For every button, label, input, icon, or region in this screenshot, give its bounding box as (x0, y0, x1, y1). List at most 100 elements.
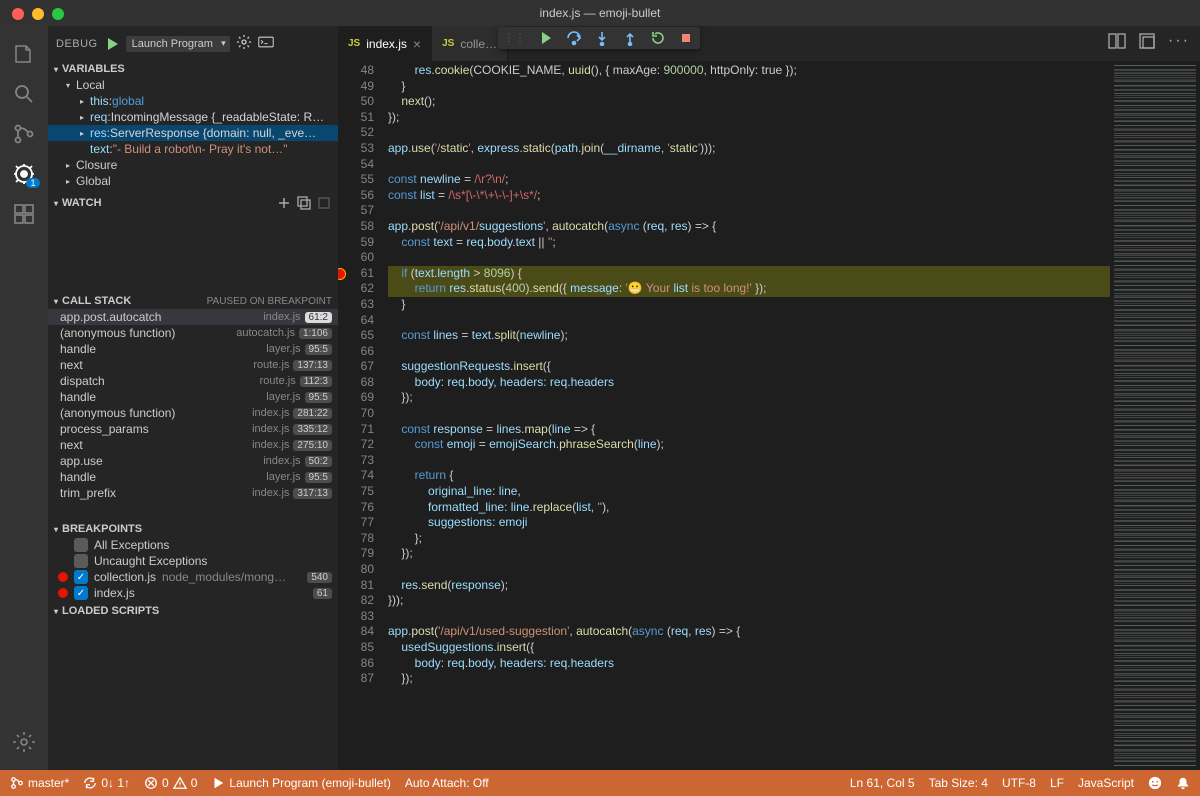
step-over-button[interactable] (566, 30, 582, 46)
callstack-label: CALL STACK (62, 295, 131, 307)
scope-global[interactable]: Global (48, 173, 338, 189)
editor-area: JSindex.js×JScolle… ⋮⋮ ··· 4849505152535… (338, 26, 1200, 770)
js-file-icon: JS (442, 38, 454, 49)
split-editor-icon[interactable] (1108, 32, 1126, 53)
callstack-frame[interactable]: process_paramsindex.js335:12 (48, 421, 338, 437)
minimap[interactable] (1110, 61, 1200, 770)
git-branch[interactable]: master* (10, 776, 69, 790)
debug-header: DEBUG Launch Program (48, 26, 338, 61)
breakpoint-dot-icon (58, 588, 68, 598)
breakpoint-row[interactable]: ✓collection.jsnode_modules/mong…540 (48, 569, 338, 585)
variable-row[interactable]: res: ServerResponse {domain: null, _eve… (48, 125, 338, 141)
callstack-frame[interactable]: dispatchroute.js112:3 (48, 373, 338, 389)
callstack-frame[interactable]: nextroute.js137:13 (48, 357, 338, 373)
code-editor[interactable]: 4849505152535455565758596061626364656667… (338, 61, 1200, 770)
variables-section-header[interactable]: VARIABLES (48, 61, 338, 77)
callstack-frame[interactable]: app.post.autocatchindex.js61:2 (48, 309, 338, 325)
callstack-frame[interactable]: handlelayer.js95:5 (48, 389, 338, 405)
watch-panel (48, 213, 338, 293)
tab-size[interactable]: Tab Size: 4 (929, 776, 988, 790)
source-control-icon[interactable] (0, 114, 48, 154)
continue-button[interactable] (538, 30, 554, 46)
show-opened-editors-icon[interactable] (1138, 32, 1156, 53)
close-tab-icon[interactable]: × (413, 36, 421, 52)
config-gear-icon[interactable] (236, 34, 252, 53)
debug-console-icon[interactable] (258, 34, 274, 53)
code-content[interactable]: res.cookie(COOKIE_NAME, uuid(), { maxAge… (388, 61, 1110, 770)
js-file-icon: JS (348, 38, 360, 49)
language-mode[interactable]: JavaScript (1078, 776, 1134, 790)
watch-section-header[interactable]: WATCH (48, 193, 338, 213)
callstack-list: app.post.autocatchindex.js61:2(anonymous… (48, 309, 338, 521)
all-exceptions-toggle[interactable]: All Exceptions (48, 537, 338, 553)
breakpoints-label: BREAKPOINTS (62, 523, 142, 535)
auto-attach[interactable]: Auto Attach: Off (405, 776, 489, 790)
tab-bar: JSindex.js×JScolle… ⋮⋮ (338, 26, 1200, 61)
remove-watch-button[interactable] (316, 195, 332, 211)
editor-tab[interactable]: JSindex.js× (338, 26, 432, 61)
breakpoint-row[interactable]: ✓index.js61 (48, 585, 338, 601)
variable-row[interactable]: req: IncomingMessage {_readableState: R… (48, 109, 338, 125)
git-sync[interactable]: 0↓ 1↑ (83, 776, 130, 790)
title-bar: index.js — emoji-bullet (0, 0, 1200, 26)
callstack-frame[interactable]: trim_prefixindex.js317:13 (48, 485, 338, 501)
breakpoint-dot-icon (58, 572, 68, 582)
debug-badge: 1 (26, 178, 40, 188)
feedback-icon[interactable] (1148, 776, 1162, 790)
scope-closure[interactable]: Closure (48, 157, 338, 173)
problems[interactable]: 0 0 (144, 776, 197, 790)
watch-label: WATCH (62, 197, 102, 209)
settings-gear-icon[interactable] (0, 722, 48, 762)
loaded-scripts-label: LOADED SCRIPTS (62, 605, 159, 617)
stop-button[interactable] (678, 30, 694, 46)
drag-handle-icon[interactable]: ⋮⋮ (504, 33, 526, 44)
close-window-button[interactable] (12, 8, 24, 20)
line-gutter[interactable]: 4849505152535455565758596061626364656667… (338, 61, 388, 770)
editor-actions: ··· (1108, 32, 1190, 53)
window-title: index.js — emoji-bullet (540, 6, 661, 20)
collapse-watch-button[interactable] (296, 195, 312, 211)
callstack-frame[interactable]: handlelayer.js95:5 (48, 341, 338, 357)
cursor-position[interactable]: Ln 61, Col 5 (850, 776, 915, 790)
callstack-frame[interactable]: nextindex.js275:10 (48, 437, 338, 453)
breakpoints-section-header[interactable]: BREAKPOINTS (48, 521, 338, 537)
notifications-icon[interactable] (1176, 776, 1190, 790)
checkbox-icon[interactable]: ✓ (74, 570, 88, 584)
scope-local[interactable]: Local (48, 77, 338, 93)
restart-button[interactable] (650, 30, 666, 46)
window-controls (12, 8, 64, 20)
variables-label: VARIABLES (62, 63, 125, 75)
debug-sidebar: DEBUG Launch Program VARIABLES Local thi… (48, 26, 338, 770)
breakpoints-list: All Exceptions Uncaught Exceptions ✓coll… (48, 537, 338, 601)
pause-reason: PAUSED ON BREAKPOINT (207, 296, 332, 307)
callstack-frame[interactable]: (anonymous function)autocatch.js1:106 (48, 325, 338, 341)
callstack-frame[interactable]: app.useindex.js50:2 (48, 453, 338, 469)
checkbox-icon[interactable] (74, 538, 88, 552)
launch-config-select[interactable]: Launch Program (126, 36, 230, 52)
callstack-frame[interactable]: (anonymous function)index.js281:22 (48, 405, 338, 421)
checkbox-icon[interactable] (74, 554, 88, 568)
launch-status[interactable]: Launch Program (emoji-bullet) (211, 776, 390, 790)
loaded-scripts-section-header[interactable]: LOADED SCRIPTS (48, 603, 338, 619)
checkbox-icon[interactable]: ✓ (74, 586, 88, 600)
debug-icon[interactable]: 1 (0, 154, 48, 194)
encoding[interactable]: UTF-8 (1002, 776, 1036, 790)
debug-toolbar[interactable]: ⋮⋮ (498, 27, 700, 49)
uncaught-exceptions-toggle[interactable]: Uncaught Exceptions (48, 553, 338, 569)
callstack-frame[interactable]: handlelayer.js95:5 (48, 469, 338, 485)
maximize-window-button[interactable] (52, 8, 64, 20)
minimize-window-button[interactable] (32, 8, 44, 20)
add-watch-button[interactable] (276, 195, 292, 211)
callstack-section-header[interactable]: CALL STACK PAUSED ON BREAKPOINT (48, 293, 338, 309)
step-out-button[interactable] (622, 30, 638, 46)
start-debug-button[interactable] (104, 36, 120, 52)
extensions-icon[interactable] (0, 194, 48, 234)
eol[interactable]: LF (1050, 776, 1064, 790)
more-actions-icon[interactable]: ··· (1168, 32, 1190, 53)
variable-row[interactable]: this: global (48, 93, 338, 109)
editor-tab[interactable]: JScolle… (432, 26, 508, 61)
step-into-button[interactable] (594, 30, 610, 46)
search-icon[interactable] (0, 74, 48, 114)
explorer-icon[interactable] (0, 34, 48, 74)
variable-row[interactable]: text: "- Build a robot\n- Pray it's not…… (48, 141, 338, 157)
